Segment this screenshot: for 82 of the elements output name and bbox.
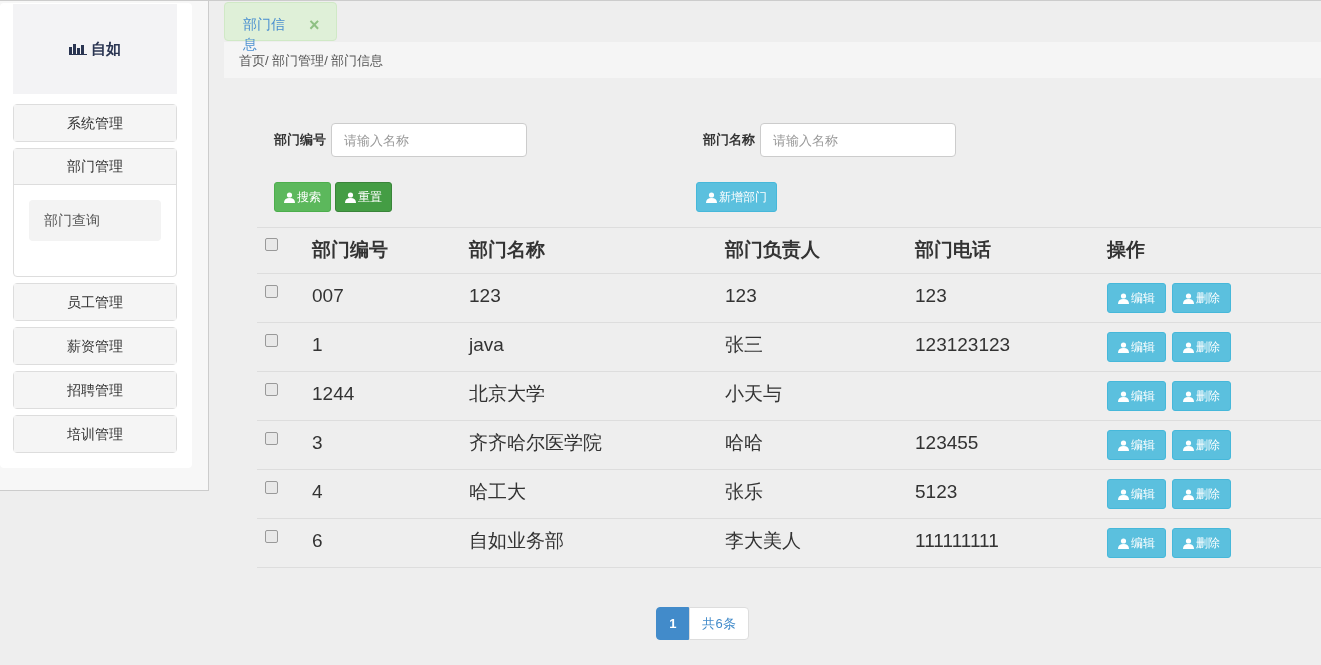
- table-cell: 李大美人: [725, 530, 801, 552]
- table-cell: 齐齐哈尔医学院: [469, 432, 602, 454]
- table-cell: 5123: [915, 481, 958, 503]
- column-header: 部门名称: [469, 239, 545, 261]
- table-cell: 007: [312, 285, 344, 307]
- table-cell: 123: [915, 285, 947, 307]
- sidebar-item[interactable]: 员工管理: [14, 284, 176, 320]
- table-cell: 小天与: [725, 383, 782, 405]
- user-icon: [1183, 390, 1194, 402]
- row-action-button[interactable]: 编辑: [1107, 528, 1166, 558]
- table-cell: 123: [469, 285, 501, 307]
- sidebar-item[interactable]: 培训管理: [14, 416, 176, 452]
- page-button[interactable]: 1: [656, 607, 690, 640]
- table-cell: 1: [312, 334, 323, 356]
- row-action-button[interactable]: 删除: [1172, 528, 1231, 558]
- user-icon: [1183, 341, 1194, 353]
- user-icon: [1183, 439, 1194, 451]
- column-header: 部门电话: [915, 239, 991, 261]
- input-field[interactable]: 请输入名称: [760, 123, 956, 157]
- table-cell: 张三: [725, 334, 763, 356]
- row-action-button[interactable]: 删除: [1172, 430, 1231, 460]
- user-icon: [284, 191, 295, 203]
- table-cell: 哈哈: [725, 432, 763, 454]
- checkbox[interactable]: [265, 285, 278, 298]
- sidebar-item[interactable]: 部门管理: [14, 149, 176, 185]
- checkbox[interactable]: [265, 530, 278, 543]
- checkbox[interactable]: [265, 237, 278, 251]
- building-icon: [69, 43, 87, 55]
- row-action-button[interactable]: 编辑: [1107, 479, 1166, 509]
- field-label: 部门编号: [274, 131, 326, 150]
- total-count: 共6条: [689, 607, 749, 640]
- row-action-button[interactable]: 删除: [1172, 332, 1231, 362]
- sidebar-item[interactable]: 薪资管理: [14, 328, 176, 364]
- row-action-button[interactable]: 编辑: [1107, 430, 1166, 460]
- action-button[interactable]: 搜索: [274, 182, 331, 212]
- user-icon: [1118, 439, 1129, 451]
- row-action-button[interactable]: 删除: [1172, 283, 1231, 313]
- logo-text: 自如: [91, 38, 121, 59]
- column-header: 部门负责人: [725, 239, 820, 261]
- table-cell: java: [469, 334, 504, 356]
- checkbox[interactable]: [265, 383, 278, 396]
- field-label: 部门名称: [703, 131, 755, 150]
- table-cell: 1244: [312, 383, 355, 405]
- checkbox[interactable]: [265, 334, 278, 347]
- checkbox[interactable]: [265, 481, 278, 494]
- table-cell: 111111111: [915, 530, 999, 552]
- table-cell: 北京大学: [469, 383, 545, 405]
- table-cell: 123: [725, 285, 757, 307]
- row-action-button[interactable]: 编辑: [1107, 283, 1166, 313]
- column-header: 部门编号: [312, 239, 388, 261]
- checkbox[interactable]: [265, 432, 278, 445]
- user-icon: [1118, 390, 1129, 402]
- action-button[interactable]: 重置: [335, 182, 392, 212]
- submenu-item[interactable]: 部门查询: [29, 200, 161, 241]
- sidebar-item[interactable]: 系统管理: [14, 105, 176, 141]
- table-cell: 自如业务部: [469, 530, 564, 552]
- user-icon: [1183, 292, 1194, 304]
- table-cell: 张乐: [725, 481, 763, 503]
- user-icon: [1118, 537, 1129, 549]
- user-icon: [345, 191, 356, 203]
- row-action-button[interactable]: 编辑: [1107, 332, 1166, 362]
- row-action-button[interactable]: 编辑: [1107, 381, 1166, 411]
- close-button[interactable]: ×: [309, 12, 320, 39]
- user-icon: [1118, 292, 1129, 304]
- column-header: 操作: [1107, 239, 1145, 261]
- table-cell: 123123123: [915, 334, 1011, 356]
- user-icon: [1118, 341, 1129, 353]
- row-action-button[interactable]: 删除: [1172, 479, 1231, 509]
- table-cell: 3: [312, 432, 323, 454]
- table-cell: 6: [312, 530, 323, 552]
- sidebar-item[interactable]: 招聘管理: [14, 372, 176, 408]
- user-icon: [1183, 488, 1194, 500]
- user-icon: [1118, 488, 1129, 500]
- user-icon: [1183, 537, 1194, 549]
- tab-label[interactable]: 部门信息: [243, 14, 287, 54]
- table-cell: 123455: [915, 432, 979, 454]
- action-button[interactable]: 新增部门: [696, 182, 777, 212]
- table-cell: 4: [312, 481, 323, 503]
- table-cell: 哈工大: [469, 481, 526, 503]
- row-action-button[interactable]: 删除: [1172, 381, 1231, 411]
- user-icon: [706, 191, 717, 203]
- input-field[interactable]: 请输入名称: [331, 123, 527, 157]
